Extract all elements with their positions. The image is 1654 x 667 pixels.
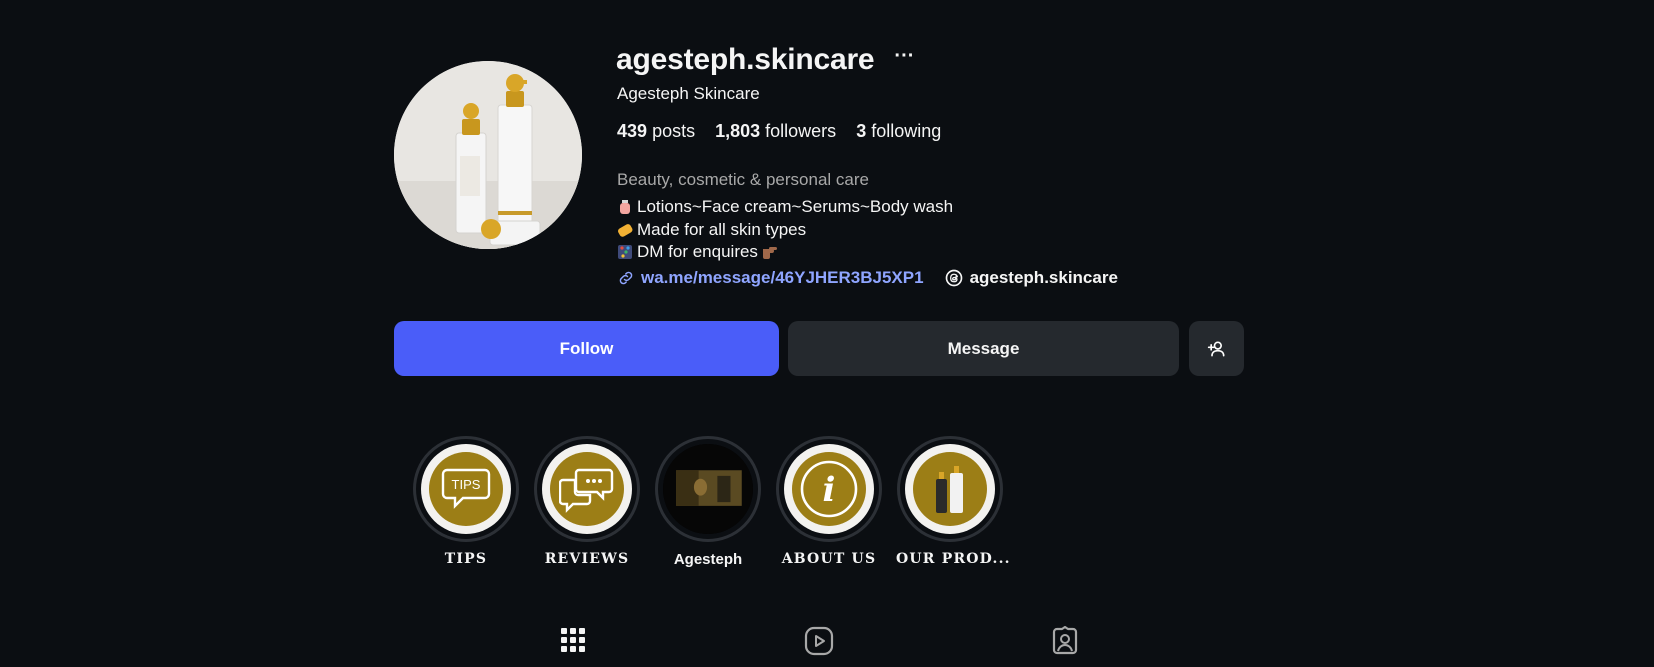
highlight-ring — [655, 436, 761, 542]
following-stat[interactable]: 3 following — [856, 121, 941, 142]
info-icon: i — [792, 452, 866, 526]
highlight-reviews[interactable]: REVIEWS — [533, 436, 641, 567]
message-button[interactable]: Message — [788, 321, 1179, 376]
reels-icon — [804, 626, 834, 656]
posts-stat: 439 posts — [617, 121, 696, 141]
profile-page: agesteph.skincare ··· Agesteph Skincare … — [0, 0, 1654, 667]
bio-line: DM for enquires — [617, 241, 953, 264]
link-icon — [619, 271, 633, 285]
profile-stats: 439 posts 1,803 followers 3 following — [617, 121, 941, 142]
highlight-label: Agesteph — [673, 551, 743, 568]
profile-avatar[interactable] — [394, 61, 582, 249]
highlight-agesteph[interactable]: Agesteph — [654, 436, 762, 568]
video-thumbnail-icon — [663, 444, 753, 534]
svg-text:TIPS: TIPS — [452, 477, 481, 492]
tips-speech-bubble-icon: TIPS — [429, 452, 503, 526]
more-options-button[interactable]: ··· — [894, 46, 914, 74]
tagged-icon — [1052, 626, 1078, 655]
external-link[interactable]: wa.me/message/46YJHER3BJ5XP1 — [617, 268, 924, 288]
product-bottles-photo — [394, 61, 582, 249]
profile-tabs — [394, 624, 1244, 667]
add-person-icon — [1207, 341, 1224, 356]
username: agesteph.skincare — [616, 43, 875, 76]
grid-icon — [561, 628, 585, 652]
abacus-icon — [617, 244, 633, 260]
profile-category: Beauty, cosmetic & personal care — [617, 170, 869, 189]
highlight-ring — [534, 436, 640, 542]
highlight-ring: i — [776, 436, 882, 542]
username-row: agesteph.skincare ··· — [616, 40, 914, 80]
lotion-bottle-icon — [617, 199, 633, 215]
threads-link[interactable]: agesteph.skincare — [944, 268, 1118, 288]
tab-tagged[interactable] — [1048, 624, 1082, 658]
svg-text:i: i — [823, 470, 836, 510]
bio-line: Made for all skin types — [617, 219, 953, 242]
highlight-about-us[interactable]: i ABOUT US — [775, 436, 883, 567]
threads-icon — [945, 269, 962, 287]
highlight-our-products[interactable]: OUR PROD... — [896, 436, 1011, 567]
tab-posts[interactable] — [556, 624, 590, 658]
profile-links: wa.me/message/46YJHER3BJ5XP1 agesteph.sk… — [617, 268, 1118, 288]
reviews-chat-icon — [550, 452, 624, 526]
followers-stat[interactable]: 1,803 followers — [715, 121, 836, 142]
product-bottles-icon — [913, 452, 987, 526]
soap-icon — [617, 222, 633, 238]
bio-line: Lotions~Face cream~Serums~Body wash — [617, 196, 953, 219]
tab-reels[interactable] — [802, 624, 836, 658]
highlight-label: OUR PROD... — [896, 551, 1011, 567]
highlight-ring — [897, 436, 1003, 542]
highlight-label: REVIEWS — [544, 551, 630, 567]
suggest-people-button[interactable] — [1189, 321, 1244, 376]
pointing-hand-icon — [761, 244, 777, 260]
highlight-label: TIPS — [444, 551, 488, 567]
highlight-label: ABOUT US — [781, 551, 877, 567]
highlight-ring: TIPS — [413, 436, 519, 542]
highlight-tips[interactable]: TIPS TIPS — [412, 436, 520, 567]
profile-bio: Lotions~Face cream~Serums~Body wash Made… — [617, 196, 953, 264]
full-name: Agesteph Skincare — [617, 84, 760, 103]
follow-button[interactable]: Follow — [394, 321, 779, 376]
